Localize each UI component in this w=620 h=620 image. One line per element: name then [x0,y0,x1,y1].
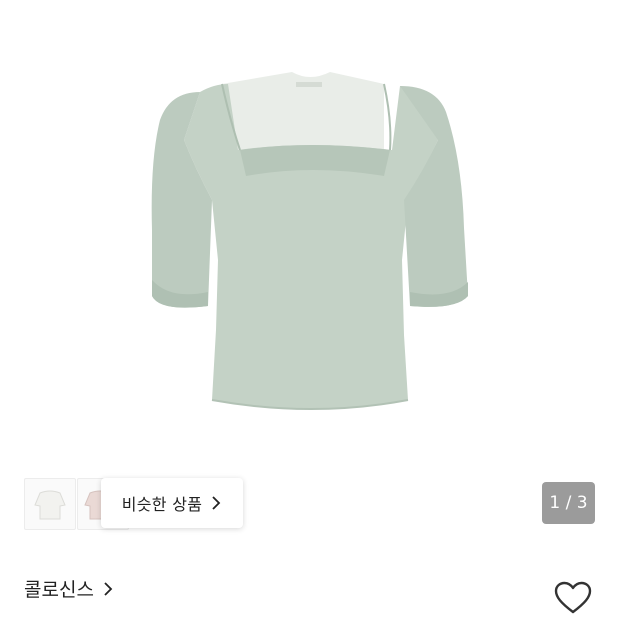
product-image-carousel[interactable] [0,0,620,460]
thumbnail-1[interactable] [24,478,76,530]
brand-name: 콜로신스 [24,579,94,601]
similar-products-label: 비슷한 상품 [121,495,203,514]
brand-link[interactable]: 콜로신스 [24,575,114,602]
product-image [151,72,468,410]
white-top-thumbnail [34,490,66,520]
similar-products-button[interactable]: 비슷한 상품 [101,478,243,528]
chevron-right-icon [212,496,221,510]
chevron-right-icon [104,581,113,596]
image-counter: 1 / 3 [542,482,595,524]
heart-outline-icon[interactable] [553,580,593,616]
